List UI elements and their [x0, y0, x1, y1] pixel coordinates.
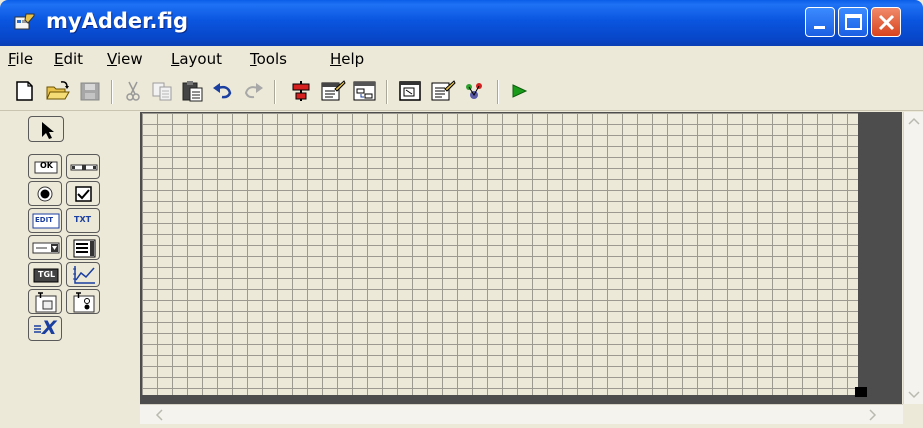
guide-app-icon [14, 13, 35, 30]
close-icon [878, 14, 895, 31]
panel-tool[interactable] [28, 289, 62, 314]
align-icon[interactable] [288, 79, 314, 103]
toolbar-separator [386, 80, 388, 104]
toggle-button-tool-label: TGL [38, 270, 56, 279]
slider-icon [70, 164, 98, 171]
copy-icon[interactable] [150, 79, 176, 103]
mfile-editor-icon[interactable] [398, 79, 424, 103]
chevron-right-icon [869, 409, 877, 421]
checkbox-icon [75, 186, 92, 202]
edit-text-tool-label: EDIT [35, 216, 53, 224]
object-browser-icon[interactable] [462, 79, 488, 103]
scroll-down-button[interactable] [904, 384, 923, 404]
cursor-arrow-icon [42, 122, 54, 139]
chevron-down-icon [908, 391, 920, 399]
menu-layout[interactable]: Layout [171, 50, 222, 68]
axes-tool[interactable] [66, 262, 100, 287]
property-inspector-icon[interactable] [430, 79, 456, 103]
edit-text-tool[interactable]: EDIT [28, 208, 62, 233]
scroll-right-button[interactable] [862, 405, 882, 425]
close-button[interactable] [871, 7, 901, 37]
static-text-tool-label: TXT [74, 215, 92, 224]
menu-tools[interactable]: Tools [250, 50, 287, 68]
select-tool-button[interactable] [28, 116, 64, 142]
slider-tool[interactable] [66, 154, 100, 179]
static-text-tool[interactable]: TXT [66, 208, 100, 233]
redo-icon[interactable] [240, 79, 266, 103]
menu-editor-icon[interactable] [320, 79, 346, 103]
guide-window: myAdder.fig File Edit View Layout Tools … [0, 0, 923, 428]
popup-menu-icon [32, 242, 60, 254]
horizontal-scrollbar[interactable] [140, 404, 903, 424]
activex-control-tool[interactable]: X [28, 316, 62, 341]
button-group-icon [73, 292, 95, 313]
listbox-tool[interactable] [66, 235, 100, 260]
menu-help[interactable]: Help [330, 50, 364, 68]
paste-icon[interactable] [180, 79, 206, 103]
panel-icon [35, 292, 57, 313]
scroll-left-button[interactable] [150, 405, 170, 425]
axes-chart-icon [73, 266, 95, 284]
activex-control-tool-label: X [42, 317, 57, 339]
menu-view[interactable]: View [107, 50, 143, 68]
component-palette: OK EDIT TXT TGL X [24, 114, 136, 404]
checkbox-tool[interactable] [66, 181, 100, 206]
layout-grid-canvas[interactable] [142, 113, 858, 395]
undo-icon[interactable] [210, 79, 236, 103]
run-icon[interactable] [506, 79, 532, 103]
toggle-button-tool[interactable]: TGL [28, 262, 62, 287]
popup-menu-tool[interactable] [28, 235, 62, 260]
open-icon[interactable] [45, 79, 71, 103]
new-icon[interactable] [12, 79, 38, 103]
menu-bar: File Edit View Layout Tools Help [0, 46, 923, 72]
button-group-tool[interactable] [66, 289, 100, 314]
maximize-icon [845, 14, 862, 30]
minimize-button[interactable] [805, 7, 835, 37]
menu-file[interactable]: File [8, 50, 33, 68]
toolbar-separator [111, 80, 113, 104]
figure-resize-handle[interactable] [855, 387, 867, 397]
toolbar [0, 72, 923, 111]
save-icon[interactable] [78, 79, 104, 103]
minimize-icon [814, 26, 825, 29]
tab-order-icon[interactable] [352, 79, 378, 103]
menu-edit[interactable]: Edit [54, 50, 83, 68]
cut-icon[interactable] [120, 79, 146, 103]
scroll-up-button[interactable] [904, 112, 923, 132]
chevron-left-icon [155, 409, 163, 421]
push-button-tool[interactable]: OK [28, 154, 62, 179]
title-bar[interactable]: myAdder.fig [0, 0, 923, 46]
maximize-button[interactable] [838, 7, 868, 37]
toolbar-separator [274, 80, 276, 104]
radio-button-tool[interactable] [28, 181, 62, 206]
window-title: myAdder.fig [46, 9, 189, 33]
toolbar-separator [497, 80, 499, 104]
push-button-tool-label: OK [40, 161, 53, 170]
vertical-scrollbar[interactable] [903, 112, 923, 404]
chevron-up-icon [908, 117, 920, 125]
radio-button-icon [37, 186, 53, 202]
listbox-icon [73, 239, 96, 258]
